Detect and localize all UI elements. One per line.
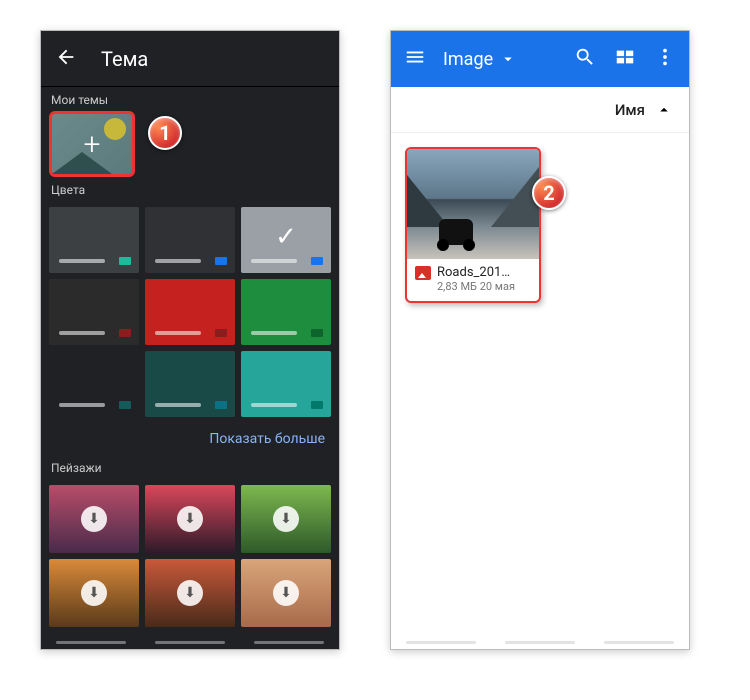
- landscape-tile-5[interactable]: ⬇: [241, 559, 331, 627]
- search-icon[interactable]: [573, 46, 597, 72]
- file-thumbnail: [407, 149, 539, 259]
- file-card[interactable]: Roads_201… 2,83 МБ 20 мая: [405, 147, 541, 303]
- landscape-tile-0[interactable]: ⬇: [49, 485, 139, 553]
- view-grid-icon[interactable]: [613, 46, 637, 72]
- menu-icon[interactable]: [403, 46, 427, 72]
- color-tile-4[interactable]: [145, 279, 235, 345]
- download-icon: ⬇: [177, 506, 203, 532]
- show-more-link[interactable]: Показать больше: [41, 423, 339, 455]
- mountain-decor: [52, 152, 112, 174]
- landscape-tile-4[interactable]: ⬇: [145, 559, 235, 627]
- sort-label: Имя: [615, 101, 645, 119]
- color-tile-0[interactable]: [49, 207, 139, 273]
- add-theme-tile[interactable]: +: [49, 111, 135, 177]
- screen-title: Тема: [101, 47, 148, 71]
- landscape-tile-1[interactable]: ⬇: [145, 485, 235, 553]
- color-grid: ✓: [41, 201, 339, 423]
- check-icon: ✓: [275, 222, 297, 252]
- color-tile-2[interactable]: ✓: [241, 207, 331, 273]
- file-name: Roads_201…: [437, 265, 510, 280]
- colors-label: Цвета: [41, 177, 339, 201]
- more-icon[interactable]: [653, 46, 677, 72]
- color-tile-1[interactable]: [145, 207, 235, 273]
- sort-row[interactable]: Имя: [391, 87, 689, 133]
- color-tile-5[interactable]: [241, 279, 331, 345]
- image-icon: [415, 266, 431, 280]
- color-tile-3[interactable]: [49, 279, 139, 345]
- folder-title: Image: [443, 49, 493, 70]
- landscapes-label: Пейзажи: [41, 455, 339, 479]
- theme-picker-screen: Тема Мои темы + Цвета ✓ Показать больше …: [40, 30, 340, 650]
- color-tile-7[interactable]: [145, 351, 235, 417]
- download-icon: ⬇: [273, 506, 299, 532]
- download-icon: ⬇: [177, 580, 203, 606]
- folder-dropdown[interactable]: Image: [443, 49, 517, 70]
- my-themes-row: +: [41, 111, 339, 177]
- chevron-down-icon: [499, 50, 517, 68]
- file-size-date: 2,83 МБ 20 мая: [415, 280, 531, 293]
- callout-1: 1: [148, 116, 182, 150]
- appbar: Image: [391, 31, 689, 87]
- landscape-tile-3[interactable]: ⬇: [49, 559, 139, 627]
- android-navbar: [391, 635, 689, 649]
- color-tile-8[interactable]: [241, 351, 331, 417]
- plus-icon: +: [84, 127, 101, 162]
- chevron-up-icon: [655, 101, 673, 119]
- download-icon: ⬇: [81, 580, 107, 606]
- download-icon: ⬇: [81, 506, 107, 532]
- callout-2: 2: [532, 176, 566, 210]
- my-themes-label: Мои темы: [41, 87, 339, 111]
- landscape-tile-2[interactable]: ⬇: [241, 485, 331, 553]
- sun-decor: [104, 118, 126, 140]
- appbar: Тема: [41, 31, 339, 87]
- android-navbar: [41, 635, 339, 649]
- landscape-grid: ⬇ ⬇ ⬇ ⬇ ⬇ ⬇: [41, 479, 339, 633]
- file-meta: Roads_201… 2,83 МБ 20 мая: [407, 259, 539, 301]
- color-tile-6[interactable]: [49, 351, 139, 417]
- back-icon[interactable]: [55, 46, 77, 72]
- file-picker-screen: Image Имя Roads_201… 2,83 МБ 20 мая: [390, 30, 690, 650]
- download-icon: ⬇: [273, 580, 299, 606]
